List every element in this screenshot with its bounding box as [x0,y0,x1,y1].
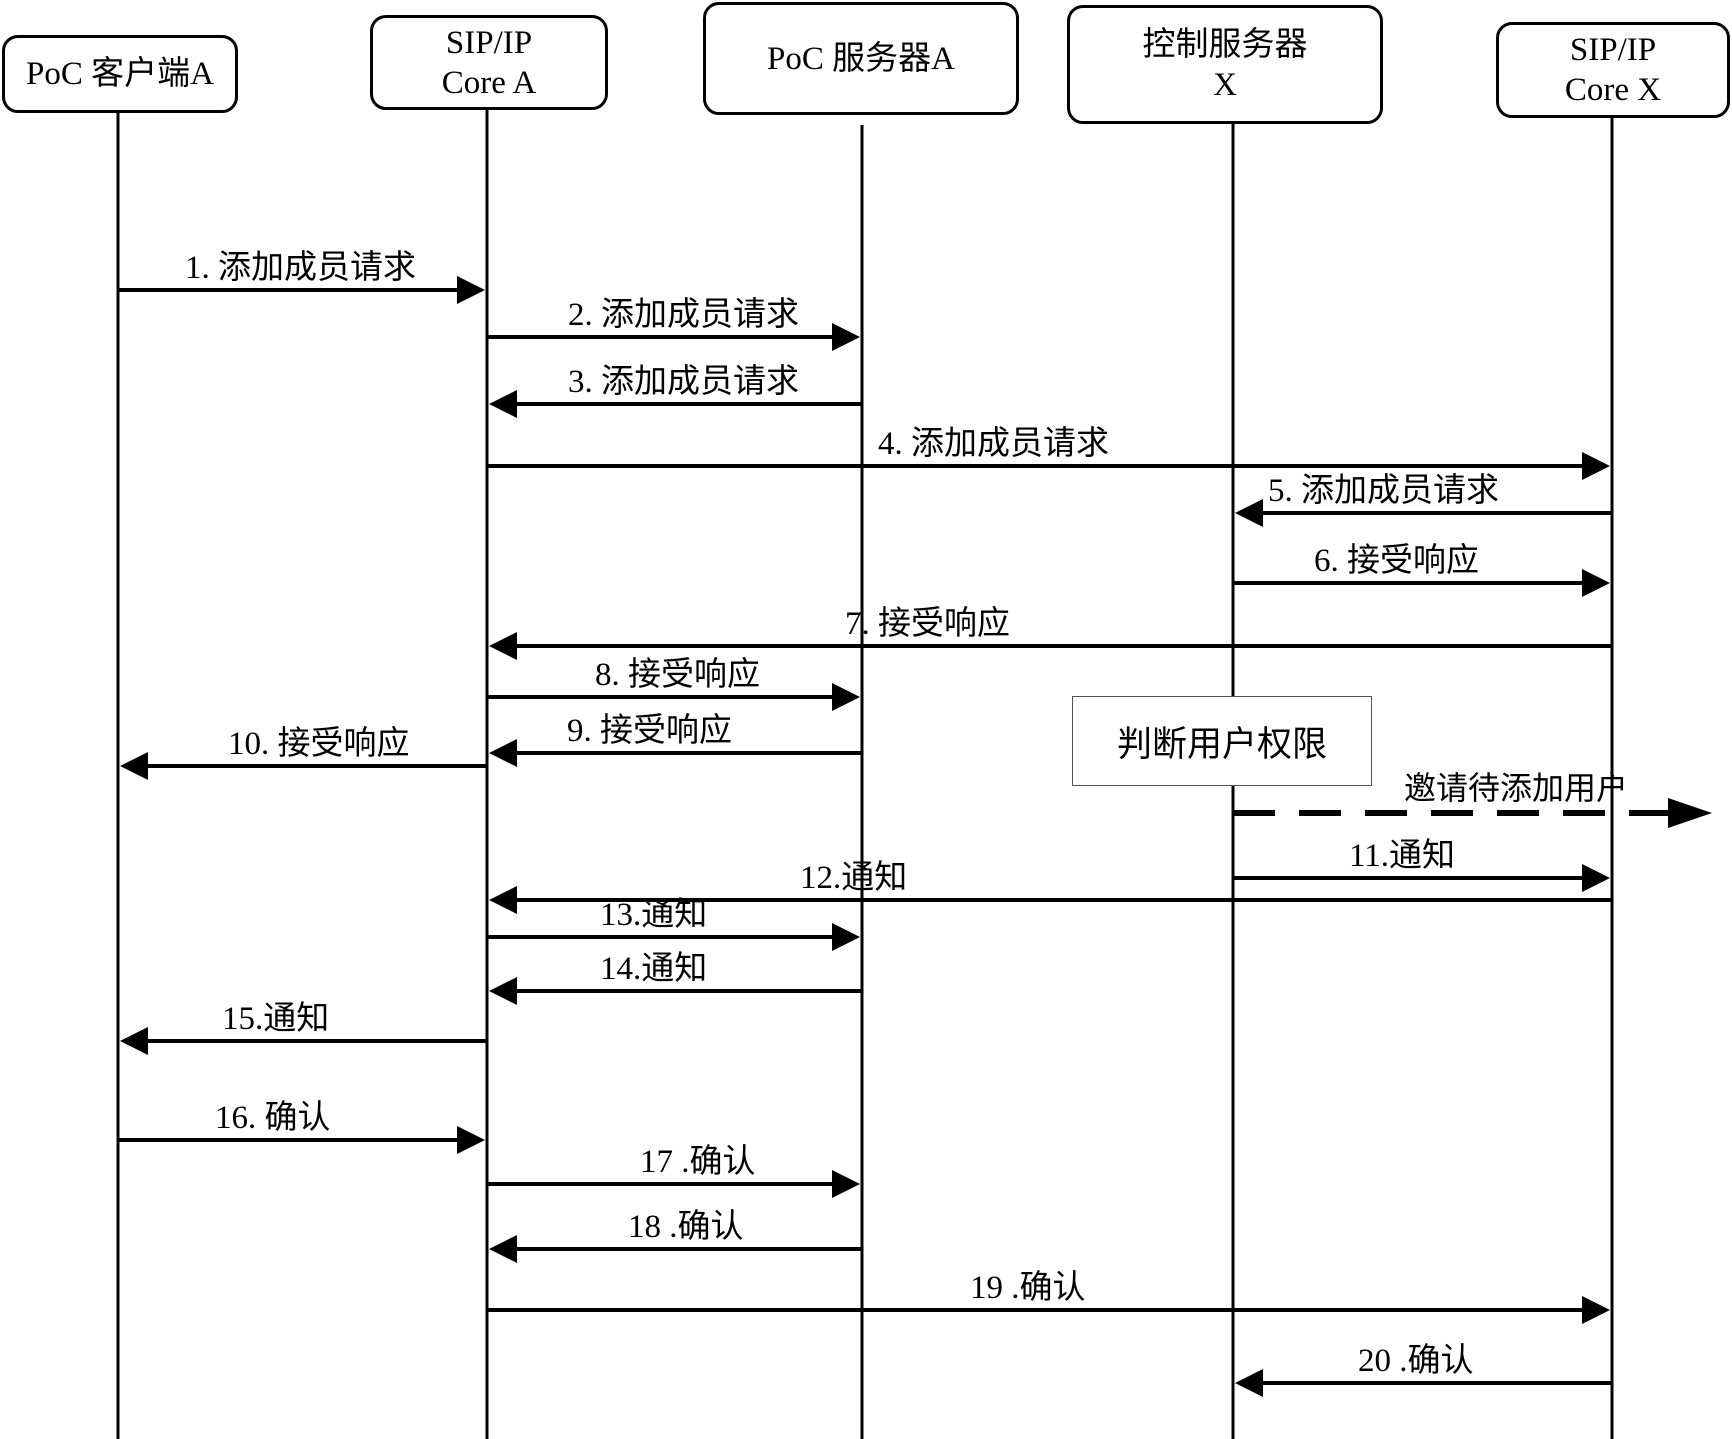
message-label-12: 12.通知 [800,860,908,896]
message-label-18: 18 .确认 [628,1209,744,1245]
message-label-6: 6. 接受响应 [1314,543,1479,579]
message-label-1: 1. 添加成员请求 [185,250,416,286]
participant-core-x: SIP/IP Core X [1496,22,1730,118]
arrowhead-7 [489,632,517,660]
arrowhead-18 [489,1235,517,1263]
participant-poc-server-a: PoC 服务器A [703,2,1019,115]
invite-label: 邀请待添加用户 [1404,769,1629,807]
message-label-10: 10. 接受响应 [228,726,410,762]
arrowhead-2 [832,323,860,351]
message-label-20: 20 .确认 [1358,1343,1474,1379]
message-label-4: 4. 添加成员请求 [878,426,1109,462]
arrowhead-5 [1235,499,1263,527]
message-label-13: 13.通知 [600,897,708,933]
message-label-16: 16. 确认 [215,1100,331,1136]
arrowhead-12 [489,886,517,914]
message-label-17: 17 .确认 [640,1144,756,1180]
message-label-7: 7. 接受响应 [845,606,1010,642]
sequence-diagram [116,110,1712,1439]
arrowhead-19 [1582,1296,1610,1324]
message-label-11: 11.通知 [1349,838,1456,874]
arrowhead-16 [457,1126,485,1154]
message-label-3: 3. 添加成员请求 [568,364,799,400]
arrowhead-13 [832,923,860,951]
participant-core-a: SIP/IP Core A [370,15,608,110]
arrowhead-6 [1582,569,1610,597]
arrowhead-3 [489,390,517,418]
arrowhead-20 [1235,1369,1263,1397]
arrowhead-1 [457,276,485,304]
arrowhead-15 [120,1027,148,1055]
arrowhead-4 [1582,452,1610,480]
message-label-2: 2. 添加成员请求 [568,297,799,333]
arrowhead-17 [832,1170,860,1198]
arrowhead-9 [489,739,517,767]
message-label-19: 19 .确认 [970,1270,1086,1306]
message-label-5: 5. 添加成员请求 [1268,473,1499,509]
message-label-15: 15.通知 [222,1001,330,1037]
participant-control-server-x: 控制服务器 X [1067,5,1383,124]
message-label-9: 9. 接受响应 [567,713,732,749]
arrowhead-14 [489,977,517,1005]
invite-arrowhead [1668,798,1712,828]
message-label-14: 14.通知 [600,951,708,987]
arrowhead-11 [1582,864,1610,892]
note-check-permission: 判断用户权限 [1072,696,1372,786]
arrowhead-8 [832,683,860,711]
message-label-8: 8. 接受响应 [595,657,760,693]
participant-client-a: PoC 客户端A [2,35,238,113]
arrowhead-10 [120,752,148,780]
